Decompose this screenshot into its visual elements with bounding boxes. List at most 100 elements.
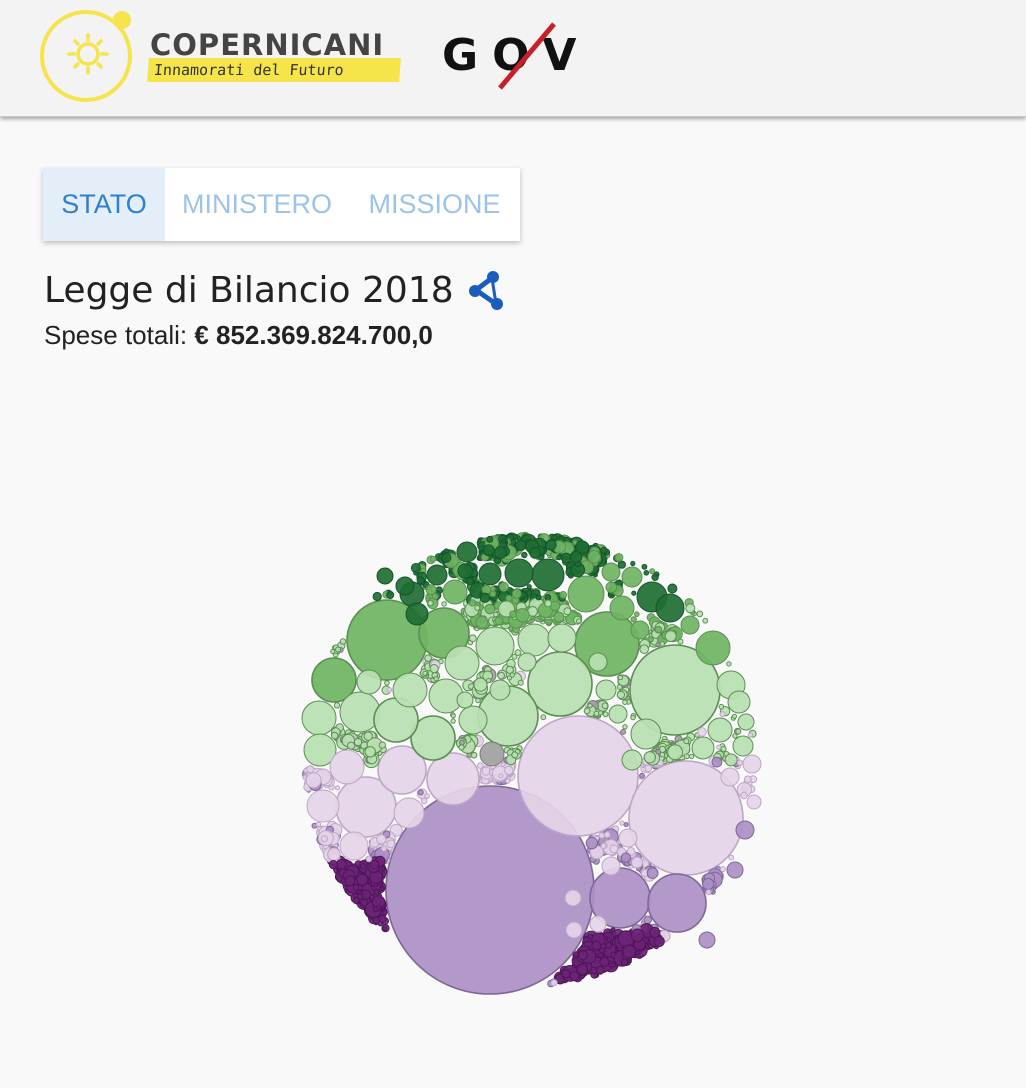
budget-bubble[interactable] [515,539,527,552]
budget-bubble[interactable] [617,560,627,569]
budget-bubble[interactable] [505,594,513,602]
budget-bubble[interactable] [564,889,582,907]
budget-bubble[interactable] [683,738,690,745]
budget-bubble[interactable] [498,773,504,779]
budget-bubble[interactable] [595,679,617,701]
budget-bubble[interactable] [659,641,666,647]
budget-bubble[interactable] [505,778,511,784]
budget-bubble[interactable] [356,873,369,886]
budget-bubble[interactable] [517,623,551,657]
budget-bubble[interactable] [505,665,514,674]
budget-bubble[interactable] [494,616,504,626]
budget-bubble[interactable] [378,914,387,923]
budget-bubble[interactable] [667,744,683,761]
budget-bubble[interactable] [457,563,473,579]
budget-bubble[interactable] [556,554,562,561]
budget-bubble[interactable] [746,794,762,810]
budget-bubble[interactable] [373,888,380,896]
budget-bubble[interactable] [426,752,480,806]
budget-bubble[interactable] [384,680,390,686]
budget-bubble[interactable] [333,702,341,709]
budget-bubble[interactable] [731,713,738,719]
budget-bubble[interactable] [356,893,364,900]
budget-bubble[interactable] [442,579,468,605]
budget-bubble[interactable] [489,679,511,701]
budget-bubble[interactable] [327,847,341,861]
budget-bubble[interactable] [468,599,476,607]
budget-bubble[interactable] [468,634,477,643]
budget-bubble[interactable] [631,856,643,869]
budget-bubble[interactable] [643,915,652,924]
budget-bubble[interactable] [365,855,373,863]
budget-bubble[interactable] [529,547,542,559]
budget-bubble[interactable] [740,791,748,800]
budget-bubble[interactable] [347,741,356,750]
budget-bubble[interactable] [630,620,650,640]
budget-bubble[interactable] [424,654,432,662]
budget-bubble[interactable] [569,971,580,982]
budget-bubble[interactable] [424,793,430,799]
budget-bubble[interactable] [426,564,448,586]
budget-bubble[interactable] [511,751,519,759]
budget-bubble[interactable] [551,534,558,541]
budget-bubble[interactable] [683,753,690,760]
budget-bubble[interactable] [301,700,337,736]
budget-bubble[interactable] [466,577,474,586]
budget-bubble[interactable] [647,873,707,933]
budget-bubble[interactable] [422,670,428,676]
budget-bubble[interactable] [567,575,605,613]
budget-bubble[interactable] [339,691,381,733]
budget-bubble[interactable] [616,690,626,700]
budget-bubble[interactable] [560,552,572,564]
budget-bubble[interactable] [634,611,640,618]
budget-bubble[interactable] [456,541,478,563]
budget-bubble[interactable] [458,705,488,735]
budget-bubble[interactable] [598,832,606,839]
budget-bubble[interactable] [603,831,611,839]
budget-bubble[interactable] [504,558,534,588]
budget-bubble[interactable] [572,951,579,958]
budget-bubble[interactable] [456,691,474,709]
budget-bubble[interactable] [474,604,481,611]
budget-bubble[interactable] [600,943,607,950]
budget-bubble[interactable] [614,553,624,562]
budget-bubble[interactable] [392,672,428,708]
budget-bubble[interactable] [609,595,635,621]
budget-bubble[interactable] [485,677,492,684]
budget-bubble[interactable] [726,661,732,667]
budget-bubble[interactable] [433,676,439,682]
budget-bubble[interactable] [444,645,480,681]
budget-bubble[interactable] [600,843,607,849]
budget-bubble[interactable] [479,741,505,767]
budget-bubble[interactable] [429,664,439,674]
budget-bubble[interactable] [747,732,754,738]
budget-bubble[interactable] [711,756,723,768]
budget-bubble[interactable] [622,724,628,730]
budget-bubble[interactable] [515,608,530,623]
budget-bubble[interactable] [697,727,707,737]
budget-bubble[interactable] [559,591,567,599]
budget-bubble[interactable] [601,562,621,582]
budget-bubble[interactable] [691,736,715,760]
budget-bubble[interactable] [732,733,738,739]
budget-bubble[interactable] [481,766,491,776]
budget-bubble[interactable] [514,649,522,656]
budget-bubble[interactable] [493,611,499,618]
budget-bubble[interactable] [517,679,524,686]
budget-bubble[interactable] [639,772,645,779]
budget-bubble[interactable] [724,753,738,767]
budget-bubble[interactable] [718,703,725,710]
budget-bubble[interactable] [498,581,509,592]
budget-bubble[interactable] [547,623,577,653]
budget-bubble[interactable] [619,820,625,826]
budget-bubble[interactable] [344,875,356,887]
budget-bubble[interactable] [481,584,492,595]
budget-bubble[interactable] [470,751,478,759]
budget-bubble[interactable] [450,713,456,719]
budget-bubble[interactable] [602,711,609,718]
budget-bubble[interactable] [599,957,610,967]
budget-bubble[interactable] [306,765,315,774]
budget-bubble[interactable] [590,966,598,975]
budget-bubble[interactable] [521,551,528,559]
budget-bubble[interactable] [494,546,507,559]
